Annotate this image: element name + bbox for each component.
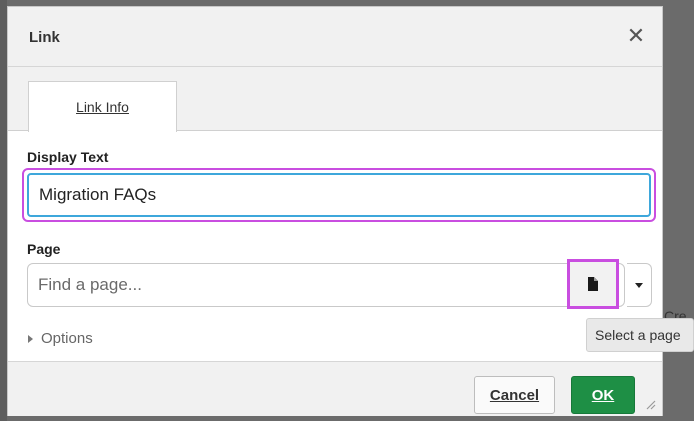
page-dropdown-button[interactable] [627,263,652,307]
page-backdrop [0,0,7,421]
display-text-label: Display Text [27,149,109,165]
caret-down-icon [635,282,643,288]
resize-grip-icon[interactable] [644,398,656,410]
select-page-button[interactable] [574,265,612,303]
link-dialog: Link ✕ Link Info Display Text Page Optio… [7,6,663,416]
tab-link-info[interactable]: Link Info [28,81,177,132]
dialog-title: Link [29,29,60,46]
tab-link-info-label: Link Info [76,99,129,115]
close-icon[interactable]: ✕ [624,24,648,48]
cancel-button[interactable]: Cancel [474,376,555,414]
options-label: Options [41,330,93,347]
tab-strip: Link Info [8,67,662,132]
dialog-footer: Cancel OK [8,361,662,416]
triangle-right-icon [28,334,33,343]
select-page-tooltip: Select a page [586,318,694,352]
options-toggle[interactable]: Options [28,330,93,347]
page-search-input[interactable] [27,263,625,307]
page-label: Page [27,241,61,257]
dialog-titlebar: Link ✕ [8,7,662,67]
ok-button[interactable]: OK [571,376,635,414]
display-text-input[interactable] [27,173,651,217]
document-icon [588,277,598,291]
